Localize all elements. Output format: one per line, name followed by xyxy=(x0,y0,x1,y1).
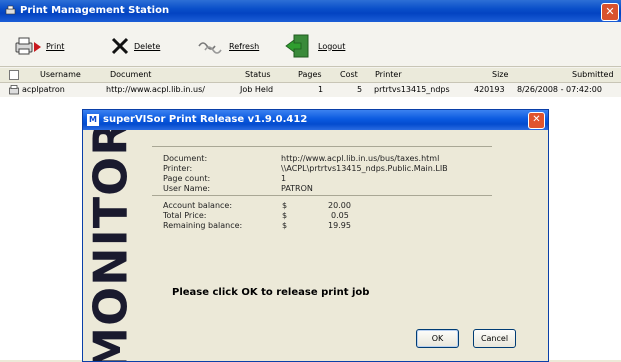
refresh-icon xyxy=(198,42,222,54)
cell-pages: 1 xyxy=(318,85,324,94)
col-pages[interactable]: Pages xyxy=(298,68,322,82)
details-mid-divider xyxy=(152,195,492,196)
details-top-divider xyxy=(152,146,492,147)
remaining-balance-label: Remaining balance: xyxy=(163,221,243,230)
select-all-checkbox[interactable] xyxy=(9,70,19,80)
print-release-dialog: M superVISor Print Release v1.9.0.412 ✕ … xyxy=(82,109,549,362)
page-count-label: Page count: xyxy=(163,174,211,183)
col-username[interactable]: Username xyxy=(40,68,81,82)
delete-button[interactable]: Delete xyxy=(110,31,160,61)
table-row[interactable]: acplpatron http://www.acpl.lib.in.us/ Jo… xyxy=(0,83,621,97)
col-document[interactable]: Document xyxy=(110,68,151,82)
ok-button[interactable]: OK xyxy=(416,329,459,348)
total-price-currency: $ xyxy=(282,211,288,220)
cancel-button[interactable]: Cancel xyxy=(473,329,516,348)
printer-icon xyxy=(15,37,41,55)
monitor-brand-banner: MONITOR xyxy=(83,130,138,361)
logout-label: Logout xyxy=(318,41,346,51)
cell-document: http://www.acpl.lib.in.us/ xyxy=(106,85,205,94)
cell-username: acplpatron xyxy=(22,85,65,94)
col-cost[interactable]: Cost xyxy=(340,68,358,82)
col-printer[interactable]: Printer xyxy=(375,68,402,82)
balance-details: Account balance: $ 20.00 Total Price: $ … xyxy=(163,201,483,233)
printer-value: \\ACPL\prtrtvs13415_ndps.Public.Main.LIB xyxy=(281,164,448,173)
window-close-button[interactable]: ✕ xyxy=(601,3,619,21)
cell-status: Job Held xyxy=(240,85,274,94)
delete-x-icon xyxy=(111,37,129,55)
brand-text: MONITOR xyxy=(83,130,138,361)
refresh-label: Refresh xyxy=(229,41,260,51)
col-submitted[interactable]: Submitted xyxy=(572,68,614,82)
account-balance-label: Account balance: xyxy=(163,201,233,210)
delete-label: Delete xyxy=(134,41,161,51)
account-balance-value: 20.00 xyxy=(328,201,351,210)
col-size[interactable]: Size xyxy=(492,68,508,82)
cell-printer: prtrtvs13415_ndps xyxy=(374,85,450,94)
total-price-label: Total Price: xyxy=(163,211,207,220)
release-prompt-text: Please click OK to release print job xyxy=(172,287,370,298)
total-price-value: 0.05 xyxy=(331,211,349,220)
cell-size: 420193 xyxy=(474,85,505,94)
document-label: Document: xyxy=(163,154,208,163)
window-titlebar: Print Management Station ✕ xyxy=(0,0,621,22)
cell-cost: 5 xyxy=(357,85,363,94)
logout-door-icon xyxy=(285,34,309,58)
refresh-button[interactable]: Refresh xyxy=(195,31,259,61)
printer-app-icon xyxy=(5,5,16,15)
logout-button[interactable]: Logout xyxy=(284,31,345,61)
print-job-icon xyxy=(9,85,19,95)
cell-submitted: 8/26/2008 - 07:42:00 xyxy=(517,85,602,94)
page-count-value: 1 xyxy=(281,174,287,183)
document-value: http://www.acpl.lib.in.us/bus/taxes.html xyxy=(281,154,440,163)
job-list-header: Username Document Status Pages Cost Prin… xyxy=(0,68,621,83)
dialog-title: superVISor Print Release v1.9.0.412 xyxy=(103,114,308,125)
remaining-balance-value: 19.95 xyxy=(328,221,351,230)
window-title: Print Management Station xyxy=(20,5,170,16)
remaining-balance-currency: $ xyxy=(282,221,288,230)
user-name-value: PATRON xyxy=(281,184,313,193)
print-button[interactable]: Print xyxy=(14,31,64,61)
job-details: Document: http://www.acpl.lib.in.us/bus/… xyxy=(163,154,483,198)
print-label: Print xyxy=(46,41,65,51)
col-status[interactable]: Status xyxy=(245,68,271,82)
printer-label: Printer: xyxy=(163,164,193,173)
account-balance-currency: $ xyxy=(282,201,288,210)
supervisor-logo-icon: M xyxy=(87,114,99,126)
user-name-label: User Name: xyxy=(163,184,211,193)
dialog-close-button[interactable]: ✕ xyxy=(528,112,545,129)
toolbar: Print Delete Refresh Logout xyxy=(0,26,621,67)
dialog-titlebar: M superVISor Print Release v1.9.0.412 ✕ xyxy=(83,110,548,130)
